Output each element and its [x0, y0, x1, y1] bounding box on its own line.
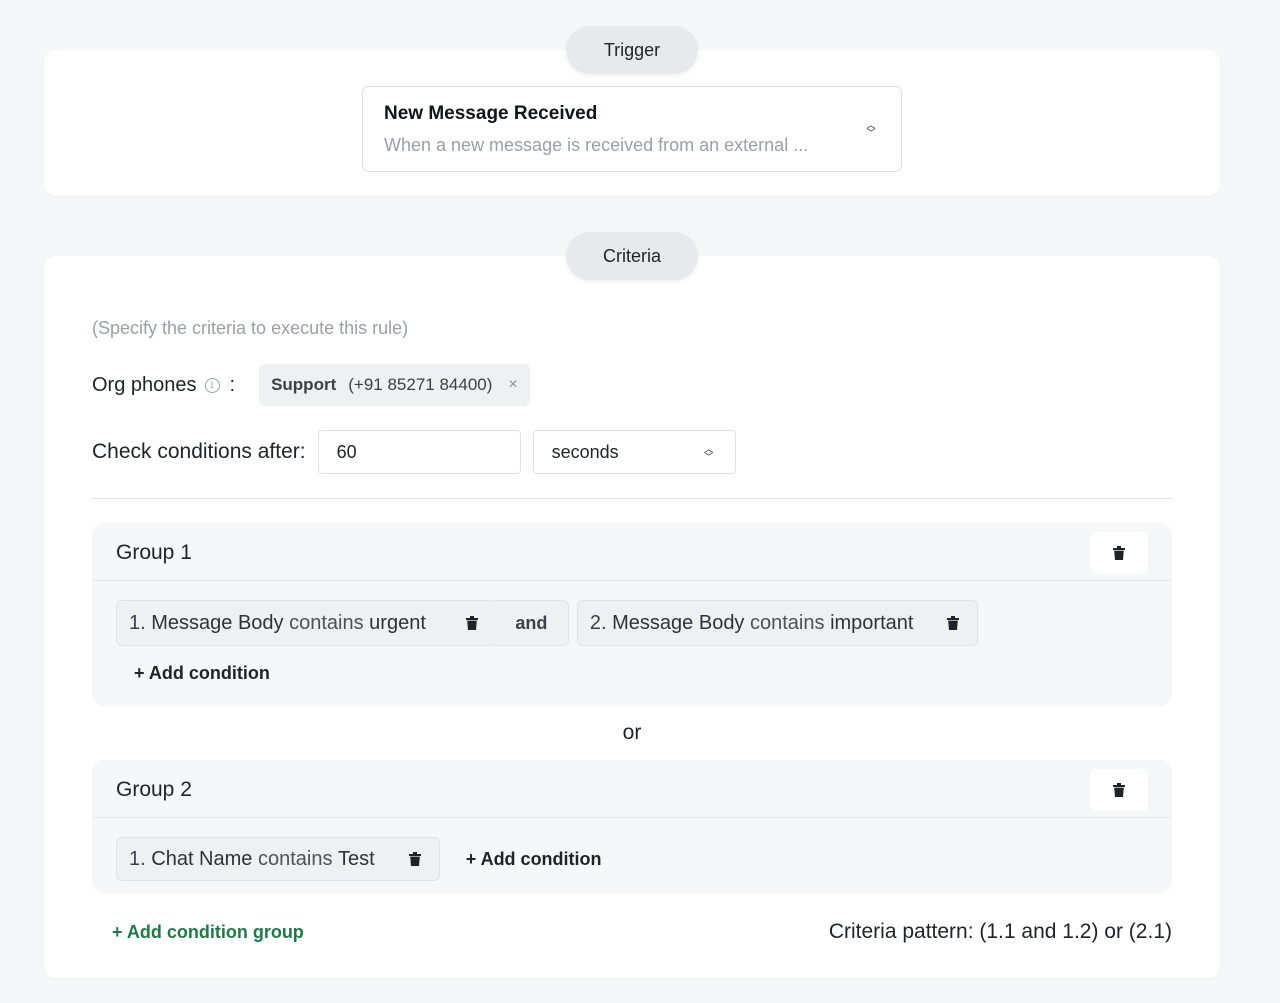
- delete-group-button[interactable]: [1090, 532, 1148, 574]
- group-title: Group 1: [116, 541, 192, 564]
- condition-field: Chat Name: [151, 847, 253, 870]
- condition-row: 1. Message Body contains urgent and 2. M…: [116, 600, 979, 646]
- trash-icon: [1113, 783, 1125, 797]
- criteria-card: (Specify the criteria to execute this ru…: [44, 256, 1220, 978]
- check-after-label: Check conditions after:: [92, 440, 306, 463]
- group-joiner-label: or: [622, 721, 642, 744]
- delete-condition-button[interactable]: [391, 837, 439, 881]
- criteria-pattern: Criteria pattern: (1.1 and 1.2) or (2.1): [828, 920, 1172, 943]
- criteria-hint: (Specify the criteria to execute this ru…: [92, 318, 409, 338]
- condition-field: Message Body: [151, 611, 284, 634]
- group-header: Group 1: [92, 523, 1172, 581]
- condition-group-1: Group 1 1. Message Body contains urgent …: [92, 523, 1172, 706]
- org-phones-row: Org phones i : Support (+91 85271 84400)…: [92, 364, 530, 406]
- delete-group-button[interactable]: [1090, 769, 1148, 811]
- add-condition-group-button[interactable]: + Add condition group: [112, 922, 304, 943]
- condition-field: Message Body: [612, 611, 745, 634]
- org-phone-tag: Support (+91 85271 84400) ×: [259, 364, 530, 406]
- org-phones-label: Org phones: [92, 373, 197, 396]
- condition-operator: contains: [750, 611, 825, 634]
- trash-icon: [465, 616, 478, 630]
- trigger-select[interactable]: New Message Received When a new message …: [362, 86, 902, 172]
- close-icon[interactable]: ×: [508, 376, 517, 394]
- info-icon[interactable]: i: [204, 377, 220, 393]
- condition-chip[interactable]: 2. Message Body contains important: [576, 600, 979, 646]
- trash-icon: [947, 616, 960, 630]
- org-phone-tag-number: (+91 85271 84400): [348, 375, 493, 394]
- org-phone-tag-name: Support: [271, 375, 337, 394]
- condition-index: 2.: [589, 611, 607, 634]
- condition-index: 1.: [129, 847, 146, 870]
- trigger-selected-title: New Message Received: [384, 103, 598, 124]
- org-phones-colon: :: [229, 373, 236, 396]
- group-header: Group 2: [92, 760, 1172, 818]
- trigger-section-label: Trigger: [566, 26, 698, 74]
- trigger-selected-description: When a new message is received from an e…: [384, 135, 809, 155]
- criteria-section-label: Criteria: [566, 232, 698, 280]
- condition-chip[interactable]: 1. Chat Name contains Test: [116, 837, 440, 881]
- condition-value: urgent: [369, 611, 426, 634]
- divider: [92, 498, 1172, 499]
- condition-value: important: [830, 611, 914, 634]
- time-unit-select[interactable]: seconds ︿ ﹀: [532, 430, 736, 474]
- condition-operator: contains: [289, 611, 364, 634]
- add-condition-button[interactable]: + Add condition: [466, 849, 602, 870]
- time-unit-value: seconds: [551, 441, 619, 462]
- delete-condition-button[interactable]: [448, 601, 496, 645]
- condition-row: 1. Chat Name contains Test + Add conditi…: [116, 837, 602, 881]
- check-after-input[interactable]: 60: [317, 430, 521, 474]
- check-after-row: Check conditions after: 60 seconds ︿ ﹀: [92, 430, 736, 474]
- trash-icon: [408, 852, 421, 866]
- condition-value: Test: [338, 847, 375, 870]
- condition-joiner-toggle[interactable]: and: [494, 600, 569, 646]
- group-title: Group 2: [116, 778, 192, 801]
- chevron-updown-icon: ︿ ﹀: [866, 120, 876, 138]
- trash-icon: [1113, 546, 1125, 560]
- delete-condition-button[interactable]: [929, 601, 977, 645]
- chevron-updown-icon: ︿ ﹀: [704, 444, 714, 462]
- condition-operator: contains: [257, 847, 333, 870]
- condition-group-2: Group 2 1. Chat Name contains Test + Add…: [92, 760, 1172, 893]
- condition-index: 1.: [129, 611, 146, 634]
- add-condition-button[interactable]: + Add condition: [134, 663, 270, 684]
- condition-chip[interactable]: 1. Message Body contains urgent: [116, 600, 497, 646]
